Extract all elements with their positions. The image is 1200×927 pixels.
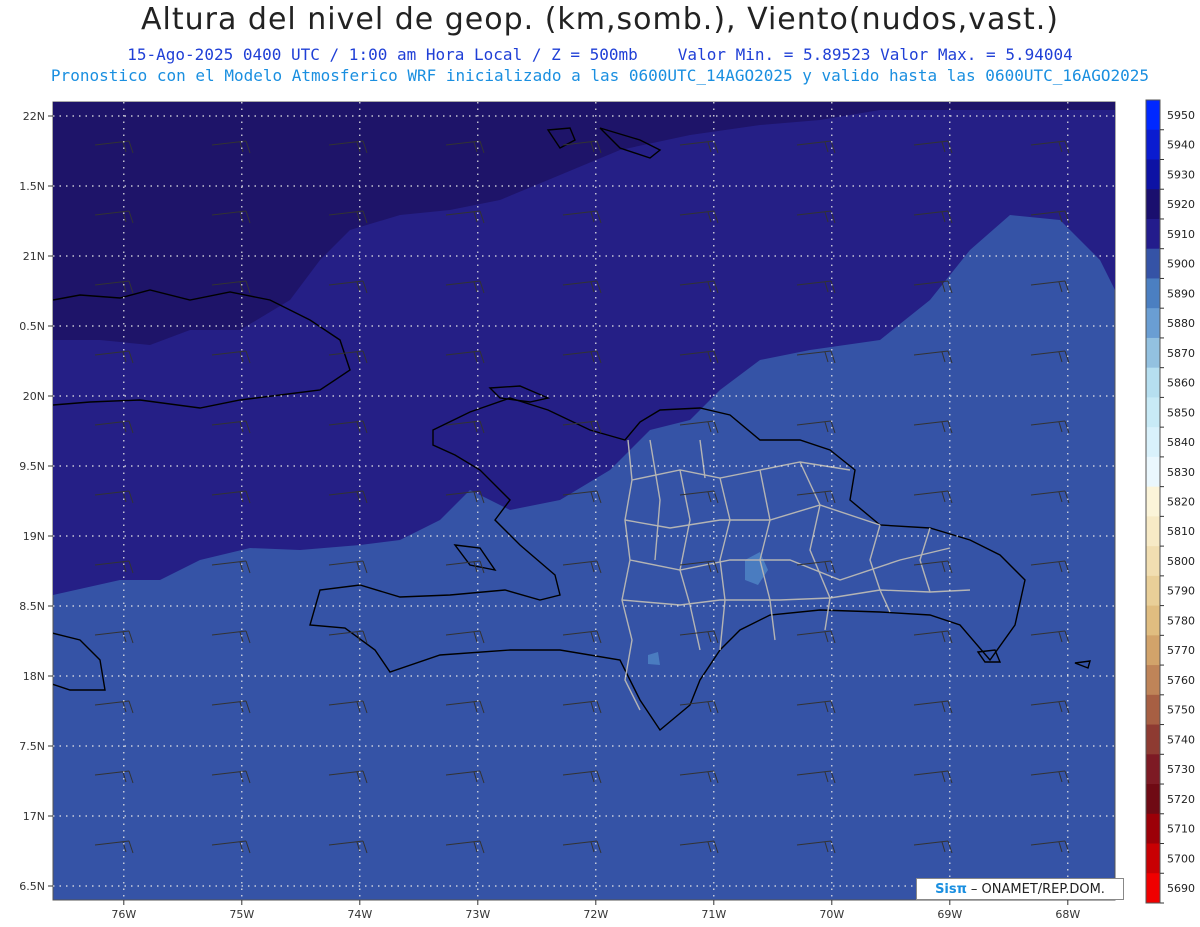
colorbar-swatch xyxy=(1146,605,1160,636)
colorbar-label: 5800 xyxy=(1167,555,1195,568)
colorbar-label: 5700 xyxy=(1167,852,1195,865)
colorbar-label: 5780 xyxy=(1167,614,1195,627)
colorbar-swatch xyxy=(1146,873,1160,904)
colorbar-swatch xyxy=(1146,308,1160,339)
lon-tick-label: 69W xyxy=(937,908,962,921)
colorbar-label: 5820 xyxy=(1167,496,1195,509)
colorbar-label: 5860 xyxy=(1167,377,1195,390)
colorbar-label: 5870 xyxy=(1167,347,1195,360)
colorbar-label: 5790 xyxy=(1167,585,1195,598)
colorbar-label: 5930 xyxy=(1167,168,1195,181)
colorbar-label: 5710 xyxy=(1167,823,1195,836)
colorbar-label: 5830 xyxy=(1167,466,1195,479)
lat-tick-label: 18N xyxy=(23,670,45,683)
colorbar-swatch xyxy=(1146,813,1160,845)
lat-tick-label: 20N xyxy=(23,390,45,403)
colorbar-swatch xyxy=(1146,278,1160,309)
colorbar-swatch xyxy=(1146,218,1160,250)
credit-box: Sisπ – ONAMET/REP.DOM. xyxy=(916,878,1124,900)
colorbar-label: 5740 xyxy=(1167,733,1195,746)
colorbar-swatch xyxy=(1146,397,1160,428)
lat-tick-label: 1.5N xyxy=(19,180,45,193)
colorbar-label: 5950 xyxy=(1167,109,1195,122)
colorbar-swatch xyxy=(1146,456,1160,488)
lon-tick-label: 76W xyxy=(111,908,136,921)
lon-tick-label: 73W xyxy=(465,908,490,921)
longitude-axis: 76W 75W 74W 73W 72W 71W 70W 69W 68W xyxy=(111,900,1080,921)
colorbar-label: 5940 xyxy=(1167,139,1195,152)
colorbar-label: 5880 xyxy=(1167,317,1195,330)
colorbar-swatch xyxy=(1146,516,1160,547)
lon-tick-label: 74W xyxy=(347,908,372,921)
colorbar-label: 5890 xyxy=(1167,287,1195,300)
colorbar-swatch xyxy=(1146,100,1160,131)
colorbar-label: 5910 xyxy=(1167,228,1195,241)
colorbar-swatch xyxy=(1146,724,1160,755)
colorbar-swatch xyxy=(1146,843,1160,874)
colorbar-swatch xyxy=(1146,189,1160,220)
colorbar-swatch xyxy=(1146,694,1160,726)
lat-tick-label: 8.5N xyxy=(19,600,45,613)
colorbar-label: 5840 xyxy=(1167,436,1195,449)
lat-tick-label: 19N xyxy=(23,530,45,543)
colorbar-swatch xyxy=(1146,784,1160,815)
colorbar-label: 5900 xyxy=(1167,258,1195,271)
colorbar-swatch xyxy=(1146,754,1160,785)
color-bar: 5950 5940 5930 5920 5910 5900 5890 5880 5870 5860… xyxy=(1145,99,1195,904)
colorbar-swatch xyxy=(1146,635,1160,666)
colorbar-label: 5810 xyxy=(1167,525,1195,538)
colorbar-label: 5760 xyxy=(1167,674,1195,687)
colorbar-swatch xyxy=(1146,159,1160,190)
lat-tick-label: 7.5N xyxy=(19,740,45,753)
colorbar-swatch xyxy=(1146,427,1160,458)
lon-tick-label: 71W xyxy=(701,908,726,921)
lon-tick-label: 72W xyxy=(583,908,608,921)
colorbar-label: 5920 xyxy=(1167,198,1195,211)
lon-tick-label: 75W xyxy=(229,908,254,921)
map-figure: 22N 1.5N 21N 0.5N 20N 9.5N 19N 8.5N 18N 7.5N 17N 6.… xyxy=(19,99,1195,921)
lat-tick-label: 6.5N xyxy=(19,880,45,893)
lat-tick-label: 9.5N xyxy=(19,460,45,473)
colorbar-swatch xyxy=(1146,248,1160,279)
colorbar-label: 5720 xyxy=(1167,793,1195,806)
lon-tick-label: 70W xyxy=(819,908,844,921)
lat-tick-label: 17N xyxy=(23,810,45,823)
lon-tick-label: 68W xyxy=(1055,908,1080,921)
sispi-logo: Sisπ xyxy=(935,881,967,897)
lat-tick-label: 22N xyxy=(23,110,45,123)
latitude-axis: 22N 1.5N 21N 0.5N 20N 9.5N 19N 8.5N 18N 7.5N 17N 6.… xyxy=(19,110,53,893)
colorbar-swatch xyxy=(1146,337,1160,369)
colorbar-label: 5750 xyxy=(1167,704,1195,717)
colorbar-label: 5730 xyxy=(1167,763,1195,776)
lat-tick-label: 0.5N xyxy=(19,320,45,333)
credit-text: – ONAMET/REP.DOM. xyxy=(970,881,1105,897)
colorbar-swatch xyxy=(1146,367,1160,398)
lat-tick-label: 21N xyxy=(23,250,45,263)
colorbar-swatch xyxy=(1146,486,1160,517)
colorbar-label: 5770 xyxy=(1167,644,1195,657)
colorbar-swatch xyxy=(1146,546,1160,577)
colorbar-swatch xyxy=(1146,665,1160,696)
colorbar-swatch xyxy=(1146,129,1160,160)
colorbar-label: 5690 xyxy=(1167,882,1195,895)
colorbar-swatch xyxy=(1146,575,1160,607)
colorbar-label: 5850 xyxy=(1167,406,1195,419)
